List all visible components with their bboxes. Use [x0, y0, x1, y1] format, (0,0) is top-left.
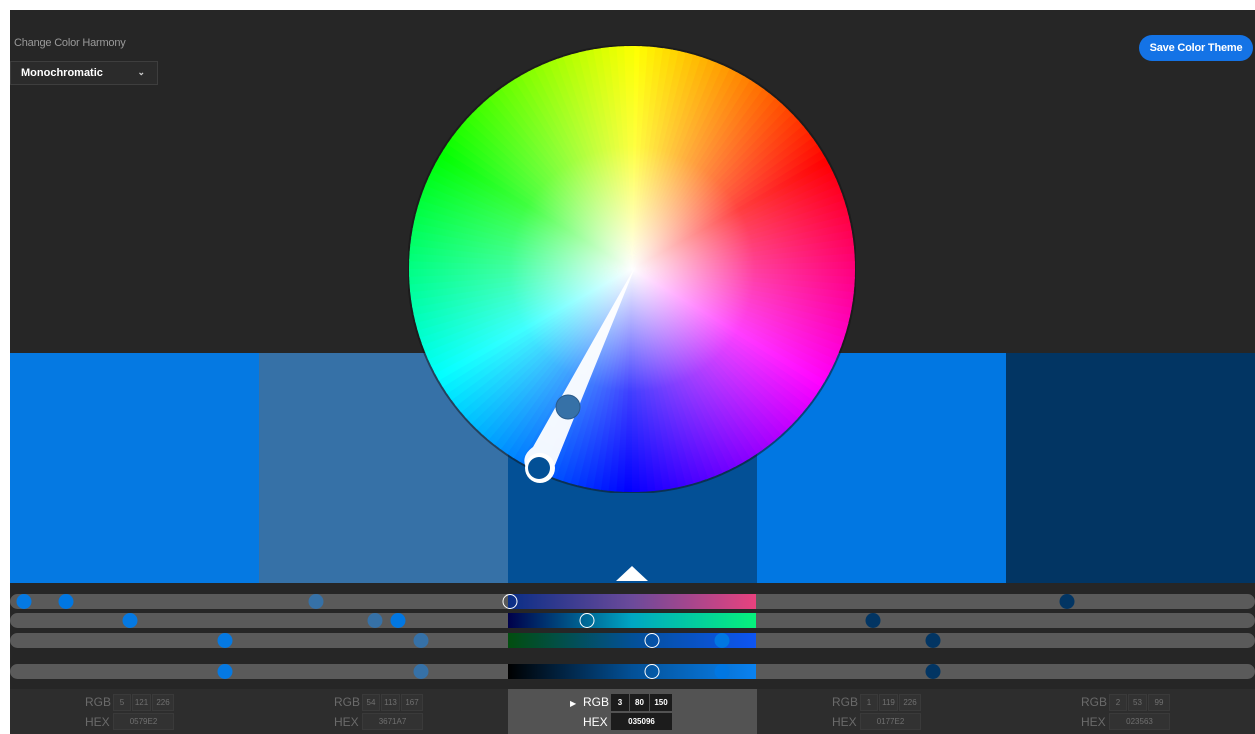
hex-field[interactable]: 035096 — [611, 713, 672, 730]
saturation-overlay — [409, 46, 855, 492]
hex-label: HEX — [334, 715, 359, 729]
slider-knob[interactable] — [308, 594, 324, 609]
color-values-2: RGB 54 113 167 HEX 3671A7 — [259, 689, 508, 734]
chevron-down-icon: ⌄ — [137, 67, 145, 77]
slider-gradient-red[interactable] — [508, 594, 756, 609]
harmony-dropdown[interactable]: Monochromatic ⌄ — [10, 61, 158, 85]
slider-gradient-green[interactable] — [508, 613, 756, 628]
hex-label: HEX — [583, 715, 608, 729]
rgb-g-field[interactable]: 53 — [1128, 694, 1147, 711]
rgb-r-field[interactable]: 2 — [1109, 694, 1127, 711]
active-slider-knob[interactable] — [502, 594, 518, 609]
secondary-color-knob[interactable] — [555, 394, 581, 420]
rgb-b-field[interactable]: 226 — [899, 694, 921, 711]
color-wheel-app: Change Color Harmony Monochromatic ⌄ Sav… — [10, 10, 1255, 734]
slider-knob[interactable] — [714, 633, 730, 648]
slider-knob[interactable] — [714, 664, 730, 679]
hex-field[interactable]: 3671A7 — [362, 713, 423, 730]
color-swatch-5[interactable] — [1006, 353, 1255, 583]
rgb-g-field[interactable]: 80 — [630, 694, 649, 711]
rgb-r-field[interactable]: 54 — [362, 694, 380, 711]
rgb-b-field[interactable]: 167 — [401, 694, 423, 711]
rgb-g-field[interactable]: 121 — [132, 694, 151, 711]
rgb-label: RGB — [334, 695, 361, 709]
color-sliders — [10, 583, 1255, 689]
slider-knob[interactable] — [925, 664, 941, 679]
hex-field[interactable]: 0579E2 — [113, 713, 174, 730]
slider-knob[interactable] — [16, 594, 32, 609]
rgb-b-field[interactable]: 150 — [650, 694, 672, 711]
rgb-r-field[interactable]: 3 — [611, 694, 629, 711]
slider-knob[interactable] — [413, 664, 429, 679]
rgb-g-field[interactable]: 119 — [879, 694, 898, 711]
hex-label: HEX — [85, 715, 110, 729]
color-values-5: RGB 2 53 99 HEX 023563 — [1006, 689, 1255, 734]
harmony-label: Change Color Harmony — [14, 37, 126, 49]
slider-knob[interactable] — [413, 633, 429, 648]
rgb-b-field[interactable]: 226 — [152, 694, 174, 711]
hex-field[interactable]: 0177E2 — [860, 713, 921, 730]
slider-knob[interactable] — [217, 664, 233, 679]
active-slider-knob[interactable] — [644, 633, 660, 648]
rgb-r-field[interactable]: 5 — [113, 694, 131, 711]
hex-field[interactable]: 023563 — [1109, 713, 1170, 730]
color-wheel[interactable] — [408, 45, 856, 493]
active-slider-knob[interactable] — [579, 613, 595, 628]
hex-label: HEX — [1081, 715, 1106, 729]
slider-knob[interactable] — [367, 613, 383, 628]
rgb-g-field[interactable]: 113 — [381, 694, 400, 711]
selected-triangle-icon: ▶ — [570, 699, 577, 708]
slider-knob[interactable] — [390, 613, 406, 628]
slider-knob[interactable] — [58, 594, 74, 609]
slider-knob[interactable] — [865, 613, 881, 628]
color-values-1: RGB 5 121 226 HEX 0579E2 — [10, 689, 259, 734]
slider-knob[interactable] — [122, 613, 138, 628]
base-color-knob[interactable] — [528, 457, 550, 479]
hex-label: HEX — [832, 715, 857, 729]
save-color-theme-button[interactable]: Save Color Theme — [1139, 35, 1253, 61]
harmony-dropdown-value: Monochromatic — [21, 67, 103, 79]
rgb-label: RGB — [583, 695, 610, 709]
active-slider-knob[interactable] — [644, 664, 660, 679]
color-values-panel: RGB 5 121 226 HEX 0579E2 RGB 54 113 167 … — [10, 689, 1255, 734]
selected-swatch-indicator — [616, 566, 648, 581]
rgb-label: RGB — [85, 695, 112, 709]
color-values-4: RGB 1 119 226 HEX 0177E2 — [757, 689, 1006, 734]
slider-knob[interactable] — [925, 633, 941, 648]
rgb-b-field[interactable]: 99 — [1148, 694, 1170, 711]
color-swatch-1[interactable] — [10, 353, 259, 583]
rgb-r-field[interactable]: 1 — [860, 694, 878, 711]
color-values-3: ▶ RGB 3 80 150 HEX 035096 — [508, 689, 757, 734]
slider-knob[interactable] — [1059, 594, 1075, 609]
slider-knob[interactable] — [217, 633, 233, 648]
rgb-label: RGB — [832, 695, 859, 709]
rgb-label: RGB — [1081, 695, 1108, 709]
